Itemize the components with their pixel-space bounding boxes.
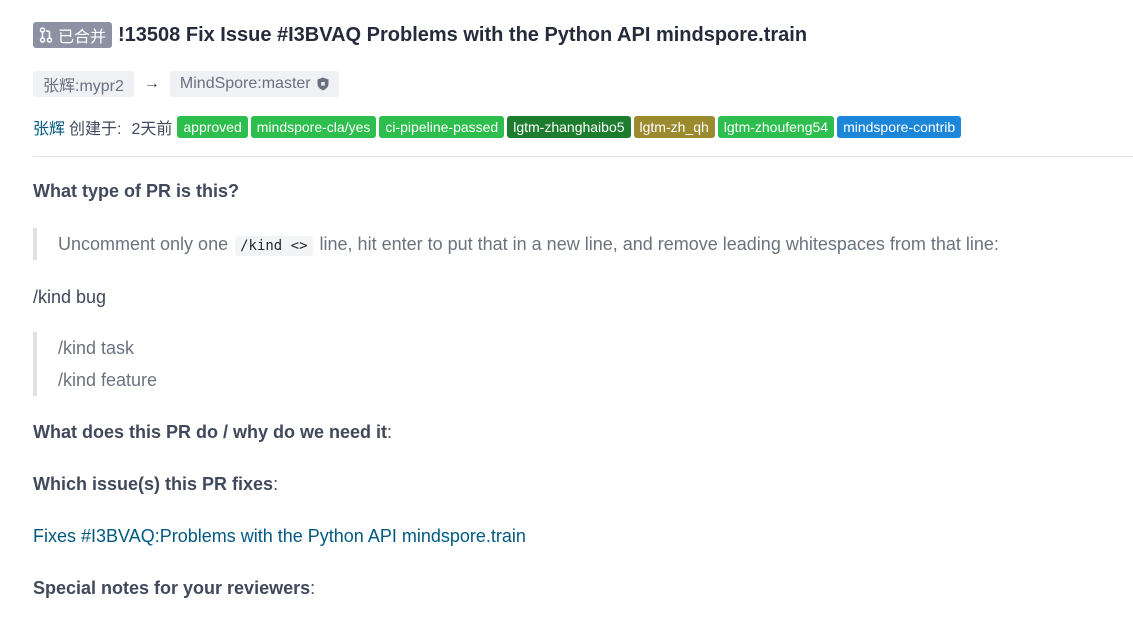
header-divider	[33, 156, 1133, 157]
shield-icon	[317, 77, 329, 91]
source-branch[interactable]: 张辉:mypr2	[33, 71, 134, 97]
pr-title: !13508 Fix Issue #I3BVAQ Problems with t…	[118, 23, 808, 46]
label-lgtm-zhoufeng54[interactable]: lgtm-zhoufeng54	[717, 116, 835, 138]
quote-text-before: Uncomment only one	[58, 234, 234, 254]
target-branch-label: MindSpore:master	[179, 75, 311, 92]
author-link[interactable]: 张辉	[33, 115, 65, 139]
heading-which-issue-colon: :	[273, 474, 279, 494]
label-ci-pipeline-passed[interactable]: ci-pipeline-passed	[379, 116, 505, 138]
heading-pr-type: What type of PR is this?	[33, 181, 240, 201]
merged-status-text: 已合并	[58, 29, 107, 46]
blockquote-kinds: /kind task /kind feature	[33, 332, 157, 396]
branch-arrow: →	[143, 75, 160, 92]
fixes-line: Fixes #I3BVAQ:Problems with the Python A…	[33, 526, 526, 547]
branch-row: 张辉:mypr2 → MindSpore:master	[33, 71, 339, 97]
kind-feature-line: /kind feature	[58, 370, 158, 390]
issue-link[interactable]: #I3BVAQ:Problems with the Python API min…	[81, 526, 526, 546]
created-label: 创建于:	[69, 121, 122, 138]
label-lgtm-zhanghaibo5[interactable]: lgtm-zhanghaibo5	[507, 116, 631, 138]
heading-which-issue: Which issue(s) this PR fixes:	[33, 474, 278, 495]
source-branch-label: 张辉:mypr2	[43, 78, 124, 95]
heading-special-notes: Special notes for your reviewers:	[33, 578, 315, 599]
heading-what-does: What does this PR do / why do we need it…	[33, 422, 392, 443]
author-row: 张辉 创建于: 2天前 approved mindspore-cla/yes c…	[33, 115, 964, 139]
heading-special-notes-text: Special notes for your reviewers	[33, 578, 311, 598]
label-cla-yes[interactable]: mindspore-cla/yes	[250, 116, 377, 138]
inline-code-kind: /kind <>	[235, 236, 313, 256]
created-time: 2天前	[131, 121, 173, 138]
blockquote-instructions: Uncomment only one /kind <> line, hit en…	[33, 228, 999, 260]
merged-status-badge: 已合并	[33, 22, 113, 48]
heading-which-issue-text: Which issue(s) this PR fixes	[33, 474, 274, 494]
target-branch[interactable]: MindSpore:master	[169, 71, 339, 97]
label-approved[interactable]: approved	[177, 116, 248, 138]
kind-bug-text: /kind bug	[33, 287, 107, 307]
label-lgtm-zh-qh[interactable]: lgtm-zh_qh	[633, 116, 715, 138]
pull-request-icon	[39, 27, 53, 43]
quote-text-after: line, hit enter to put that in a new lin…	[314, 234, 999, 254]
fixes-prefix: Fixes	[33, 526, 82, 546]
heading-special-notes-colon: :	[310, 578, 316, 598]
pr-title-row: 已合并 !13508 Fix Issue #I3BVAQ Problems wi…	[33, 22, 807, 48]
heading-what-does-colon: :	[387, 422, 393, 442]
kind-task-line: /kind task	[58, 338, 135, 358]
label-mindspore-contrib[interactable]: mindspore-contrib	[837, 116, 962, 138]
heading-what-does-text: What does this PR do / why do we need it	[33, 422, 388, 442]
